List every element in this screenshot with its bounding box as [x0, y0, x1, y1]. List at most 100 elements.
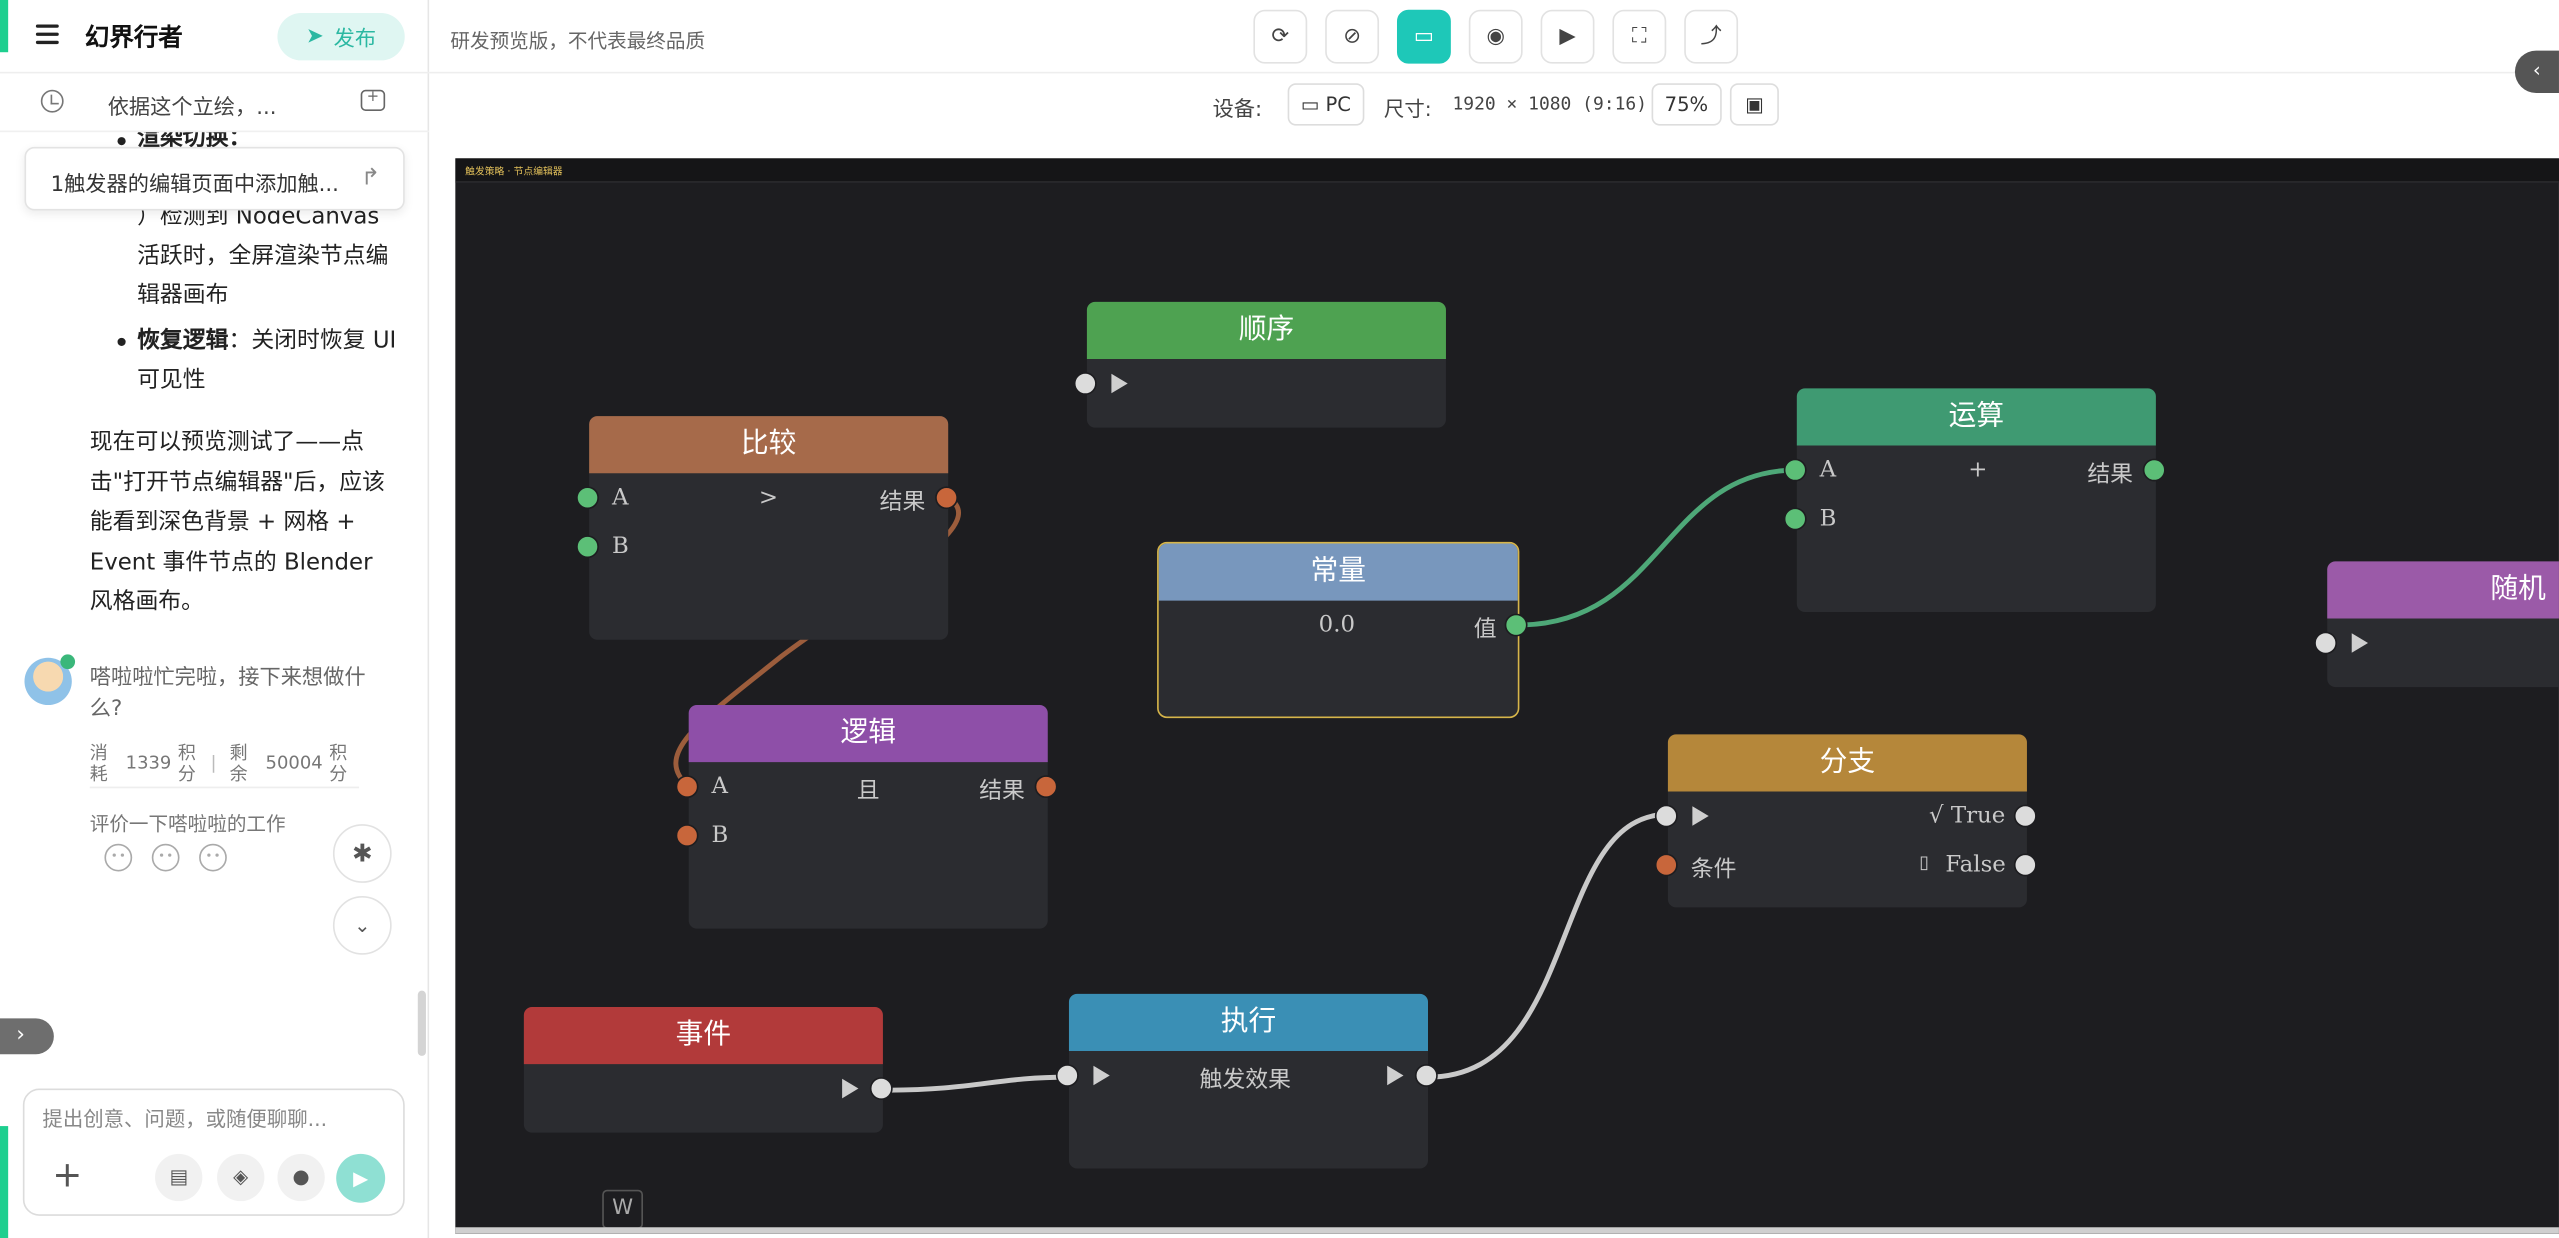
canvas-scrollbar[interactable] [455, 1227, 2559, 1234]
neutral-face-icon[interactable] [151, 843, 180, 872]
node-logic[interactable]: 逻辑 A 且 结果 B [675, 705, 1058, 929]
false-out-port[interactable] [2013, 853, 2037, 877]
port-label: 结果 [879, 489, 926, 516]
remain-label: 剩余 [229, 741, 248, 785]
pinned-request[interactable]: 1触发器的编辑页面中添加触... ↱ [24, 146, 405, 211]
node-title: 随机 [2327, 561, 2559, 619]
port-label: B [711, 822, 729, 849]
exec-in-port[interactable] [1055, 1064, 1079, 1087]
share-icon[interactable]: ↱ [361, 165, 380, 191]
exec-in-port[interactable] [1073, 372, 1097, 395]
accent-bar [0, 1126, 9, 1238]
node-title: 顺序 [1086, 301, 1446, 360]
microphone-icon[interactable]: ● [277, 1153, 325, 1202]
true-out-port[interactable] [2013, 804, 2037, 828]
device-select[interactable]: ▭ PC [1287, 83, 1365, 126]
rate-prompt: 评价一下嗒啦啦的工作 [89, 812, 286, 836]
preview-toolbar: 研发预览版，不代表最终品质 ⟳ ⊘ ▭ ◉ ▶ ⛶ ⤴ [429, 0, 2559, 74]
w-key-button[interactable]: W [602, 1189, 644, 1229]
output-port[interactable] [1034, 775, 1058, 799]
node-canvas[interactable]: 触发策略 · 节点编辑器 顺序 比较 A > 结果 B 常量 0.0 值 运算 … [455, 158, 2559, 1234]
port-label: 结果 [979, 778, 1025, 805]
smile-face-icon[interactable] [104, 843, 133, 872]
exec-in-port[interactable] [2314, 631, 2338, 655]
exec-out-port[interactable] [1414, 1064, 1438, 1087]
node-constant[interactable]: 常量 0.0 值 [1157, 541, 1528, 719]
md-line: 可见性 [137, 367, 206, 394]
document-icon[interactable]: ▤ [155, 1153, 203, 1202]
input-port-a[interactable] [675, 775, 699, 799]
send-button[interactable]: ▶ [336, 1153, 386, 1203]
exec-out-port[interactable] [869, 1077, 893, 1100]
constant-value[interactable]: 0.0 [1319, 612, 1355, 638]
node-exec[interactable]: 执行 触发效果 [1055, 993, 1438, 1169]
chat-input-box: + ▤ ◈ ● ▶ [22, 1088, 405, 1216]
exec-arrow-icon [2351, 633, 2369, 653]
hide-icon[interactable]: ⊘ [1325, 9, 1380, 64]
chat-input[interactable] [42, 1106, 386, 1131]
publish-button[interactable]: ➤ 发布 [277, 13, 405, 61]
history-icon[interactable] [40, 89, 64, 113]
port-label: A [1819, 456, 1837, 484]
node-title: 分支 [1667, 734, 2027, 792]
camera-icon[interactable]: ◉ [1468, 9, 1523, 64]
node-branch[interactable]: 分支 √ True 条件 ▯ False [1654, 734, 2037, 908]
sad-face-icon[interactable] [199, 843, 227, 872]
port-label: B [612, 533, 629, 560]
chat-panel: 幻界行者 ➤ 发布 依据这个立绘，... + 1触发器的编辑页面中添加触... … [0, 0, 430, 1238]
port-label: 结果 [2087, 461, 2134, 488]
node-random[interactable]: 随机 [2314, 561, 2559, 688]
exec-arrow-icon [1387, 1065, 1404, 1086]
input-port-b[interactable] [576, 535, 599, 559]
device-bar: 设备: ▭ PC 尺寸: 1920 × 1080 (9:16) 75% ▣ [429, 73, 2559, 135]
refresh-icon[interactable]: ⟳ [1253, 9, 1308, 64]
bug-report-button[interactable]: ✱ [332, 824, 392, 883]
node-title: 执行 [1068, 993, 1428, 1052]
node-title: 逻辑 [688, 705, 1048, 763]
node-compare[interactable]: 比较 A > 结果 B [576, 416, 958, 640]
chat-scrollbar[interactable] [417, 990, 426, 1056]
layers-icon[interactable]: ◈ [217, 1153, 265, 1202]
menu-icon[interactable] [35, 24, 59, 45]
action-label: 触发效果 [1199, 1067, 1291, 1094]
fullscreen-icon[interactable]: ⛶ [1612, 9, 1667, 64]
add-attachment-icon[interactable]: + [52, 1158, 82, 1194]
wire-event-exec [882, 1074, 1069, 1093]
expand-tab-button[interactable]: › [0, 1018, 54, 1055]
exec-in-port[interactable] [1654, 804, 1678, 828]
consume-unit: 积分 [177, 741, 196, 785]
share-icon[interactable]: ⤴ [1684, 9, 1739, 64]
video-icon[interactable]: ▶ [1540, 9, 1595, 64]
node-title: 运算 [1796, 388, 2156, 446]
list-bullet [117, 137, 126, 146]
preview-panel: 研发预览版，不代表最终品质 ⟳ ⊘ ▭ ◉ ▶ ⛶ ⤴ ‹ 设备: ▭ PC 尺… [429, 0, 2559, 1238]
port-label: √ True [1929, 802, 2006, 830]
input-port-b[interactable] [675, 824, 699, 848]
responsive-icon[interactable]: ▭ [1396, 9, 1451, 64]
input-port-a[interactable] [576, 486, 599, 510]
new-chat-icon[interactable]: + [360, 89, 386, 111]
md-bullet: 恢复逻辑：关闭时恢复 UI [137, 328, 397, 355]
zoom-select[interactable]: 75% [1651, 83, 1722, 126]
input-port-b[interactable] [1783, 507, 1807, 531]
port-label: False [1945, 851, 2006, 879]
input-port-a[interactable] [1783, 458, 1807, 482]
node-event[interactable]: 事件 [523, 1006, 893, 1133]
condition-port[interactable] [1654, 853, 1678, 877]
chat-title[interactable]: 依据这个立绘，... [108, 90, 277, 120]
node-title: 常量 [1158, 543, 1518, 601]
node-math[interactable]: 运算 A + 结果 B [1783, 388, 2166, 612]
node-title: 事件 [523, 1006, 883, 1065]
md-line: 活跃时，全屏渲染节点编 [137, 243, 389, 270]
output-port[interactable] [935, 486, 958, 510]
output-port[interactable] [1504, 613, 1528, 637]
rating-faces [104, 843, 227, 872]
exec-arrow-icon [1093, 1065, 1110, 1086]
output-port[interactable] [2142, 458, 2166, 482]
false-glyph: ▯ [1919, 851, 1930, 874]
fit-frame-icon[interactable]: ▣ [1729, 83, 1779, 126]
app-title: 幻界行者 [84, 22, 183, 53]
list-bullet [117, 337, 126, 346]
scroll-down-button[interactable]: ⌄ [332, 895, 392, 955]
node-sequence[interactable]: 顺序 [1073, 301, 1446, 428]
